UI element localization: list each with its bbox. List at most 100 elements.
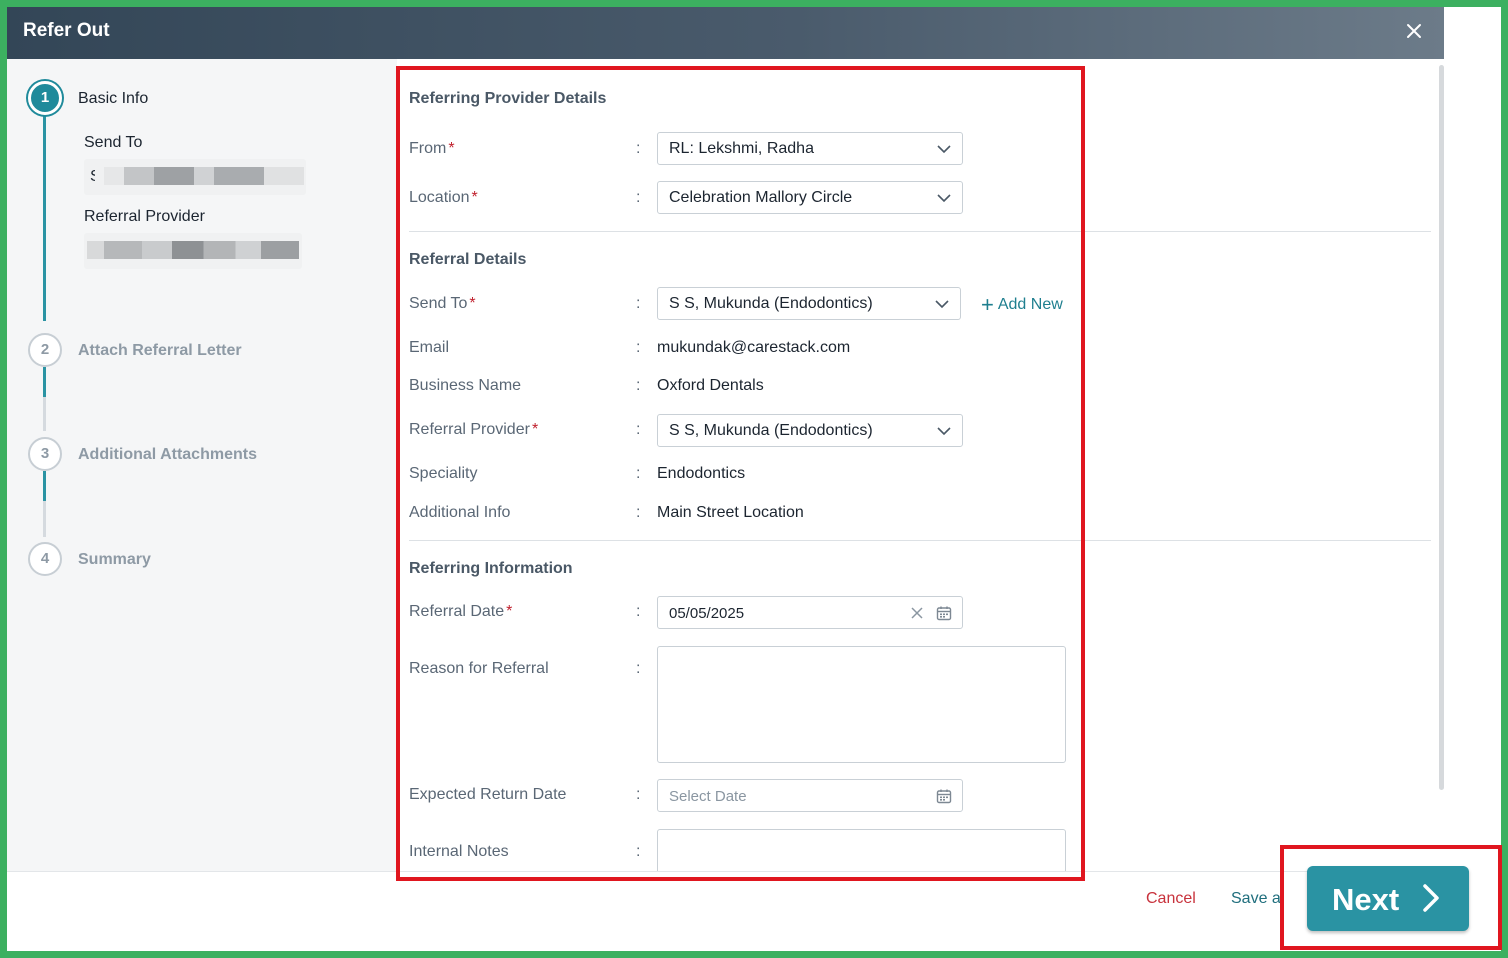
step-connector: [43, 501, 46, 537]
send-to-summary-value: S: [84, 159, 306, 195]
email-label: Email: [409, 339, 450, 356]
business-name-value: Oxford Dentals: [657, 377, 764, 394]
additional-info-value: Main Street Location: [657, 504, 804, 521]
chevron-down-icon: [937, 427, 951, 436]
colon: :: [636, 339, 641, 356]
chevron-down-icon: [937, 194, 951, 203]
required-marker: *: [506, 603, 513, 620]
email-value: mukundak@carestack.com: [657, 339, 851, 356]
expected-return-date-input[interactable]: Select Date: [657, 779, 963, 812]
refer-out-dialog: Refer Out 1 Basic Info Send To S Referra…: [7, 7, 1501, 951]
colon: :: [636, 295, 641, 312]
stepper-sidebar: 1 Basic Info Send To S Referral Provider…: [7, 59, 397, 871]
step-2-circle[interactable]: 2: [28, 333, 62, 367]
location-label-text: Location: [409, 189, 470, 206]
chevron-down-icon: [935, 300, 949, 309]
internal-notes-label: Internal Notes: [409, 843, 509, 860]
send-to-select-value: S S, Mukunda (Endodontics): [669, 295, 873, 312]
colon: :: [636, 189, 641, 206]
referral-provider-select[interactable]: S S, Mukunda (Endodontics): [657, 414, 963, 447]
reason-textarea[interactable]: [657, 646, 1066, 763]
internal-notes-textarea[interactable]: [657, 829, 1066, 871]
redacted-text: [104, 167, 304, 185]
basic-info-form: Referring Provider Details From * : RL: L…: [397, 59, 1444, 871]
referral-provider-label-text: Referral Provider: [409, 421, 530, 438]
reason-label: Reason for Referral: [409, 660, 549, 677]
from-select-value: RL: Lekshmi, Radha: [669, 140, 814, 157]
step-3-circle[interactable]: 3: [28, 437, 62, 471]
dialog-footer: [7, 871, 1444, 951]
step-connector: [43, 367, 46, 397]
additional-info-label: Additional Info: [409, 504, 511, 521]
step-4-circle[interactable]: 4: [28, 542, 62, 576]
referral-details-section-title: Referral Details: [409, 251, 527, 268]
referral-date-input[interactable]: 05/05/2025: [657, 596, 963, 629]
step-1-circle[interactable]: 1: [28, 81, 62, 115]
colon: :: [636, 465, 641, 482]
next-button[interactable]: Next: [1307, 866, 1469, 931]
section-divider: [409, 231, 1431, 232]
chevron-right-icon: [1423, 884, 1439, 912]
from-label-text: From: [409, 140, 447, 157]
expected-return-date-placeholder: Select Date: [669, 788, 747, 805]
redacted-text: [87, 241, 299, 259]
referral-provider-label: Referral Provider *: [409, 421, 538, 439]
required-marker: *: [448, 140, 455, 157]
colon: :: [636, 421, 641, 438]
colon: :: [636, 786, 641, 803]
from-select[interactable]: RL: Lekshmi, Radha: [657, 132, 963, 165]
location-select[interactable]: Celebration Mallory Circle: [657, 181, 963, 214]
step-connector: [43, 397, 46, 431]
next-button-label: Next: [1332, 882, 1400, 917]
location-label: Location *: [409, 189, 478, 207]
colon: :: [636, 140, 641, 157]
dialog-header: Refer Out: [7, 7, 1444, 59]
colon: :: [636, 660, 641, 677]
step-3-label[interactable]: Additional Attachments: [78, 446, 257, 464]
save-button[interactable]: Save a: [1231, 890, 1283, 908]
send-to-summary-label: Send To: [84, 134, 143, 151]
send-to-label: Send To *: [409, 295, 476, 313]
cancel-button[interactable]: Cancel: [1146, 890, 1196, 908]
referring-provider-section-title: Referring Provider Details: [409, 90, 607, 107]
colon: :: [636, 843, 641, 860]
add-new-label: Add New: [997, 296, 1063, 313]
section-divider: [409, 540, 1431, 541]
referring-information-section-title: Referring Information: [409, 560, 573, 577]
step-2-label[interactable]: Attach Referral Letter: [78, 342, 242, 360]
calendar-icon[interactable]: [936, 788, 952, 804]
required-marker: *: [471, 189, 478, 206]
calendar-icon[interactable]: [936, 605, 952, 621]
step-4-label[interactable]: Summary: [78, 551, 151, 569]
dialog-title: Refer Out: [23, 20, 110, 41]
send-to-label-text: Send To: [409, 295, 468, 312]
right-margin: [1444, 7, 1501, 951]
chevron-down-icon: [937, 145, 951, 154]
colon: :: [636, 504, 641, 521]
step-connector: [43, 107, 46, 321]
referral-date-label: Referral Date *: [409, 603, 512, 621]
add-new-button[interactable]: + Add New: [981, 292, 1063, 318]
send-to-select[interactable]: S S, Mukunda (Endodontics): [657, 287, 961, 320]
plus-icon: +: [981, 292, 994, 317]
clear-icon[interactable]: [910, 606, 924, 620]
referral-date-label-text: Referral Date: [409, 603, 505, 620]
from-label: From *: [409, 140, 455, 158]
required-marker: *: [469, 295, 476, 312]
step-connector: [43, 471, 46, 501]
referral-provider-summary-label: Referral Provider: [84, 208, 205, 225]
expected-return-date-label: Expected Return Date: [409, 786, 567, 803]
colon: :: [636, 603, 641, 620]
colon: :: [636, 377, 641, 394]
send-to-summary-prefix: S: [90, 168, 95, 186]
form-scrollbar[interactable]: [1439, 65, 1444, 790]
referral-provider-select-value: S S, Mukunda (Endodontics): [669, 422, 873, 439]
location-select-value: Celebration Mallory Circle: [669, 189, 853, 206]
step-1-label[interactable]: Basic Info: [78, 90, 148, 108]
referral-date-value: 05/05/2025: [669, 605, 745, 622]
speciality-value: Endodontics: [657, 465, 746, 482]
business-name-label: Business Name: [409, 377, 522, 394]
close-icon[interactable]: [1402, 19, 1426, 43]
speciality-label: Speciality: [409, 465, 478, 482]
referral-provider-summary-value: [84, 233, 302, 269]
